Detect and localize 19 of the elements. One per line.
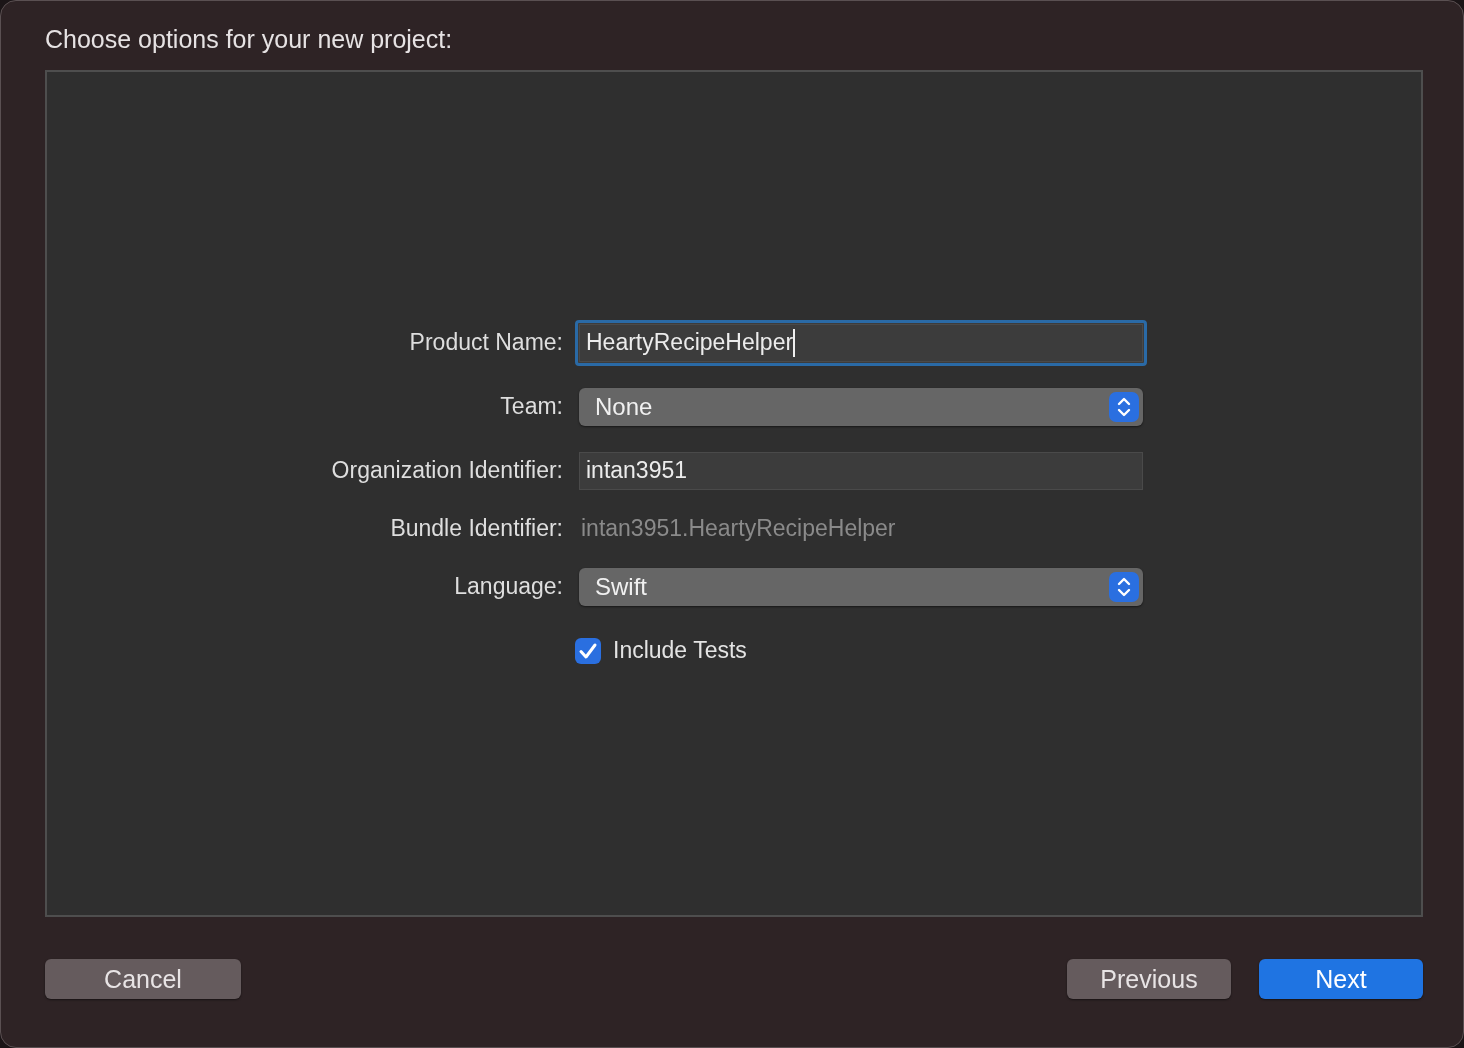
checkbox[interactable] (575, 637, 601, 664)
checkbox-label: Include Tests (613, 637, 747, 664)
field-label: Team: (499, 392, 563, 421)
dialog-button[interactable]: Next (1259, 959, 1423, 999)
stepper-icon (1109, 571, 1139, 602)
text-cursor (793, 328, 796, 357)
field-label: Language: (453, 572, 563, 601)
dialog-button[interactable]: Cancel (45, 959, 241, 999)
text-field[interactable]: intan3951 (579, 451, 1143, 490)
dialog-button[interactable]: Previous (1067, 959, 1231, 999)
field-label: Organization Identifier: (330, 456, 563, 485)
field-label: Bundle Identifier: (389, 514, 563, 543)
dialog-title: Choose options for your new project: (45, 25, 454, 54)
field-label: Product Name: (408, 328, 563, 357)
popup-button[interactable]: Swift (579, 567, 1143, 606)
bundle-identifier-value: intan3951.HeartyRecipeHelper (580, 515, 896, 542)
stepper-icon (1109, 391, 1139, 422)
popup-button[interactable]: None (579, 387, 1143, 426)
text-field[interactable]: HeartyRecipeHelper (575, 319, 1147, 366)
